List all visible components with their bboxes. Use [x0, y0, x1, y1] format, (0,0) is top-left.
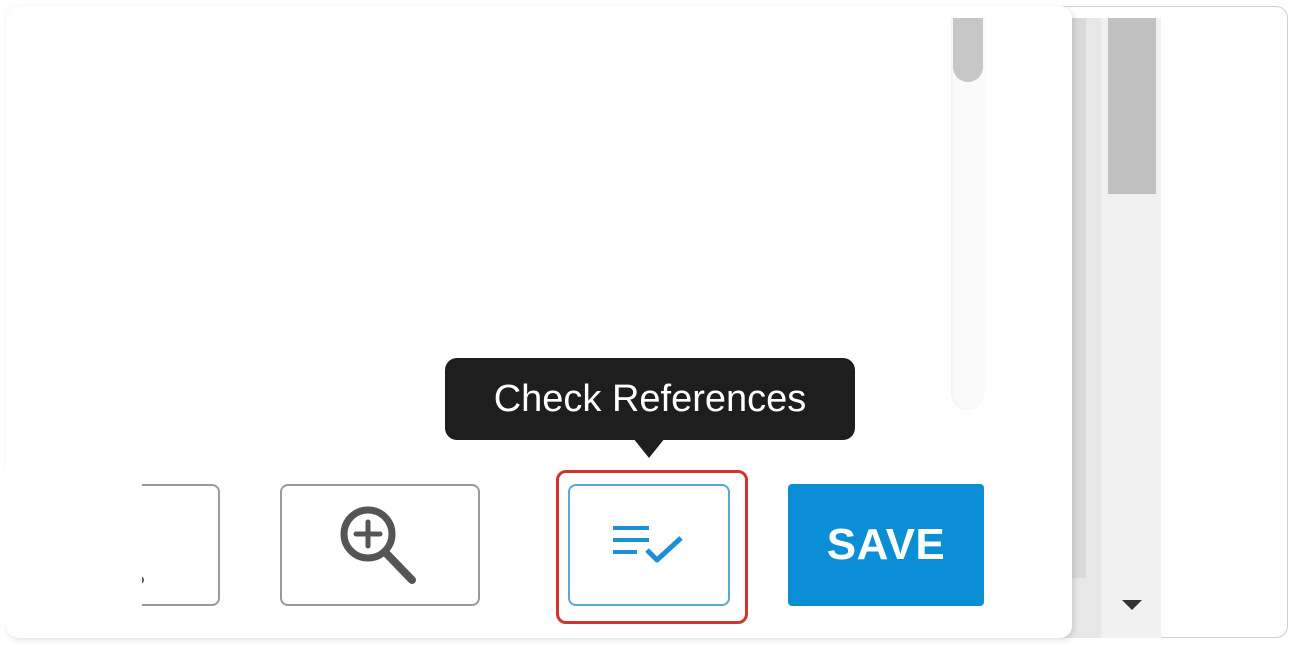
editor-scrollbar-thumb[interactable]	[953, 18, 983, 82]
toolbar-left-clip	[0, 470, 142, 620]
check-list-icon	[609, 520, 689, 570]
save-button[interactable]: SAVE	[788, 484, 984, 606]
tooltip-arrow-icon	[633, 438, 665, 458]
zoom-in-button[interactable]	[280, 484, 480, 606]
page-scrollbar-thumb[interactable]	[1108, 18, 1156, 194]
scroll-down-arrow-icon[interactable]	[1122, 600, 1142, 610]
check-references-tooltip: Check References	[445, 358, 855, 440]
tooltip-text: Check References	[493, 377, 807, 420]
zoom-in-icon	[330, 500, 430, 590]
check-references-button[interactable]	[568, 484, 730, 606]
page-backdrop-edge	[1072, 18, 1086, 578]
